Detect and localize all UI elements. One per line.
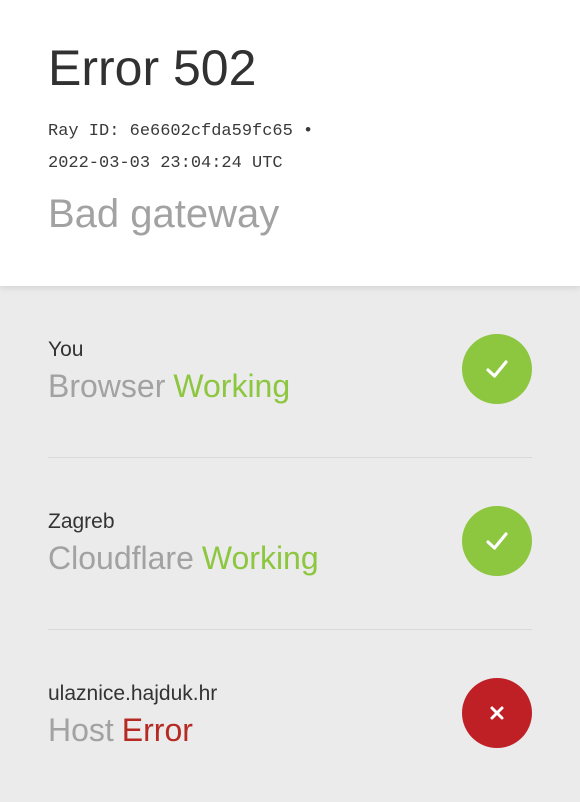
status-steps: You Browser Working Zagreb Cloudflare Work… <box>0 286 580 802</box>
timestamp: 2022-03-03 23:04:24 UTC <box>48 154 283 173</box>
step-label: Cloudflare <box>48 540 194 576</box>
check-icon <box>462 334 532 404</box>
status-text: Error <box>121 712 193 748</box>
step-line: Browser Working <box>48 368 290 405</box>
error-header: Error 502 Ray ID: 6e6602cfda59fc65 • 202… <box>0 0 580 286</box>
close-icon <box>462 678 532 748</box>
step-location: Zagreb <box>48 510 115 533</box>
step-cloudflare: Zagreb Cloudflare Working <box>48 458 532 630</box>
status-text: Working <box>201 540 319 576</box>
error-subtitle: Bad gateway <box>48 192 280 236</box>
step-browser: You Browser Working <box>48 286 532 458</box>
page-title: Error 502 <box>48 40 257 96</box>
step-location: ulaznice.hajduk.hr <box>48 682 218 705</box>
step-location: You <box>48 338 84 361</box>
step-host: ulaznice.hajduk.hr Host Error <box>48 630 532 802</box>
step-line: Cloudflare Working <box>48 540 319 577</box>
status-text: Working <box>173 368 291 404</box>
check-icon <box>462 506 532 576</box>
step-label: Host <box>48 712 114 748</box>
step-label: Browser <box>48 368 166 404</box>
ray-id: Ray ID: 6e6602cfda59fc65 • 2022-03-03 23… <box>48 116 580 180</box>
step-line: Host Error <box>48 712 193 749</box>
ray-id-text: Ray ID: 6e6602cfda59fc65 • <box>48 122 314 141</box>
